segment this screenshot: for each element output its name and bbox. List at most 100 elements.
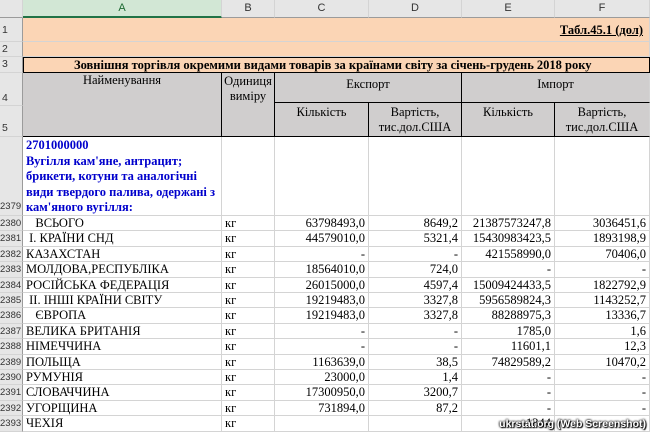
row-number[interactable]: 2381 (0, 231, 23, 247)
cell-ev[interactable]: 3327,8 (369, 293, 462, 309)
row-number[interactable]: 2386 (0, 308, 23, 324)
cell-iv[interactable]: 1893198,9 (555, 231, 650, 247)
cell-iq[interactable]: - (462, 385, 555, 401)
cell-name[interactable]: ІІ. ІНШІ КРАЇНИ СВІТУ (23, 293, 222, 309)
column-header-b[interactable]: B (222, 0, 275, 18)
row-number[interactable]: 2 (0, 42, 23, 57)
cell-iv[interactable]: 1143252,7 (555, 293, 650, 309)
cell-unit[interactable]: кг (222, 277, 275, 293)
cell-name[interactable]: ЄВРОПА (23, 308, 222, 324)
row-number[interactable]: 2391 (0, 385, 23, 401)
cell-eq[interactable]: 19219483,0 (275, 293, 369, 309)
cell-row2[interactable] (23, 42, 650, 57)
cell-name[interactable]: НІМЕЧЧИНА (23, 339, 222, 355)
cell-eq[interactable]: 44579010,0 (275, 231, 369, 247)
header-import-qty[interactable]: Кількість (462, 103, 555, 137)
cell-eq[interactable]: 23000,0 (275, 370, 369, 386)
cell-iv[interactable]: 3036451,6 (555, 216, 650, 232)
cell-eq[interactable]: - (275, 323, 369, 340)
cell-iv[interactable]: - (555, 370, 650, 386)
cell-ev[interactable]: 8649,2 (369, 216, 462, 232)
cell-iq[interactable]: 1785,0 (462, 323, 555, 340)
cell-ev[interactable]: 87,2 (369, 400, 462, 417)
cell[interactable] (222, 137, 275, 216)
row-number[interactable]: 2379 (0, 137, 23, 216)
cell-iv[interactable]: 10470,2 (555, 354, 650, 370)
cell-unit[interactable]: кг (222, 293, 275, 309)
cell-unit[interactable]: кг (222, 323, 275, 340)
cell-row1[interactable]: Табл.45.1 (дол) (23, 18, 650, 42)
cell-iq[interactable]: 15430983423,5 (462, 231, 555, 247)
header-export[interactable]: Експорт (275, 73, 462, 103)
cell-eq[interactable]: - (275, 339, 369, 355)
row-number[interactable]: 2384 (0, 277, 23, 293)
cell-iq[interactable]: 421558990,0 (462, 246, 555, 263)
row-number[interactable]: 4 (0, 73, 23, 106)
cell-unit[interactable]: кг (222, 400, 275, 417)
cell-iq[interactable]: - (462, 400, 555, 417)
cell-name[interactable]: ВСЬОГО (23, 216, 222, 232)
header-export-value[interactable]: Вартість, тис.дол.США (369, 103, 462, 137)
cell-iq[interactable]: 21387573247,8 (462, 216, 555, 232)
cell-iq[interactable]: 74829589,2 (462, 354, 555, 370)
cell-ev[interactable]: - (369, 339, 462, 355)
cell-name[interactable]: МОЛДОВА,РЕСПУБЛІКА (23, 262, 222, 278)
cell-ev[interactable] (369, 416, 462, 432)
row-number[interactable]: 2392 (0, 400, 23, 417)
cell-name[interactable]: ЧЕХІЯ (23, 416, 222, 432)
cell-eq[interactable]: 18564010,0 (275, 262, 369, 278)
cell-ev[interactable]: 38,5 (369, 354, 462, 370)
header-unit[interactable]: Одиниця виміру (222, 73, 275, 137)
cell[interactable] (369, 137, 462, 216)
header-name[interactable]: Найменування (23, 73, 222, 137)
cell-unit[interactable]: кг (222, 216, 275, 232)
row-number[interactable]: 2383 (0, 262, 23, 278)
cell-iq[interactable]: - (462, 370, 555, 386)
cell-ev[interactable]: 5321,4 (369, 231, 462, 247)
group-description-cell[interactable]: 2701000000 Вугілля кам'яне, антрацит; бр… (23, 137, 222, 216)
row-number[interactable]: 2385 (0, 293, 23, 309)
row-number[interactable]: 2387 (0, 323, 23, 340)
header-export-qty[interactable]: Кількість (275, 103, 369, 137)
cell-unit[interactable]: кг (222, 339, 275, 355)
cell-iv[interactable]: - (555, 400, 650, 417)
row-number[interactable]: 2389 (0, 354, 23, 370)
cell-eq[interactable]: 731894,0 (275, 400, 369, 417)
column-header-a[interactable]: A (23, 0, 222, 18)
cell-eq[interactable]: 26015000,0 (275, 277, 369, 293)
select-all-corner[interactable] (0, 0, 23, 18)
cell-name[interactable]: КАЗАХСТАН (23, 246, 222, 263)
cell-unit[interactable]: кг (222, 246, 275, 263)
cell-name[interactable]: РОСІЙСЬКА ФЕДЕРАЦІЯ (23, 277, 222, 293)
cell-eq[interactable]: 19219483,0 (275, 308, 369, 324)
column-header-e[interactable]: E (462, 0, 555, 18)
header-import[interactable]: Імпорт (462, 73, 650, 103)
cell-iq[interactable]: 15009424433,5 (462, 277, 555, 293)
cell-iq[interactable]: 11601,1 (462, 339, 555, 355)
cell-name[interactable]: РУМУНІЯ (23, 370, 222, 386)
cell-iv[interactable]: 13336,7 (555, 308, 650, 324)
row-number[interactable]: 2393 (0, 416, 23, 432)
row-number[interactable]: 2380 (0, 216, 23, 232)
cell[interactable] (555, 137, 650, 216)
cell-iv[interactable]: 12,3 (555, 339, 650, 355)
row-number[interactable]: 1 (0, 18, 23, 42)
cell-name[interactable]: ВЕЛИКА БРИТАНІЯ (23, 323, 222, 340)
row-number[interactable]: 2390 (0, 370, 23, 386)
cell[interactable] (275, 137, 369, 216)
row-number[interactable]: 2382 (0, 246, 23, 263)
cell-unit[interactable]: кг (222, 416, 275, 432)
cell-ev[interactable]: 724,0 (369, 262, 462, 278)
cell-name[interactable]: І. КРАЇНИ СНД (23, 231, 222, 247)
cell-eq[interactable]: 1163639,0 (275, 354, 369, 370)
cell-unit[interactable]: кг (222, 231, 275, 247)
cell-ev[interactable]: 1,4 (369, 370, 462, 386)
cell-name[interactable]: СЛОВАЧЧИНА (23, 385, 222, 401)
header-import-value[interactable]: Вартість, тис.дол.США (555, 103, 650, 137)
cell-eq[interactable]: 63798493,0 (275, 216, 369, 232)
cell-eq[interactable]: 17300950,0 (275, 385, 369, 401)
cell-ev[interactable]: - (369, 323, 462, 340)
cell-unit[interactable]: кг (222, 308, 275, 324)
cell-iq[interactable]: 5956589824,3 (462, 293, 555, 309)
cell-eq[interactable] (275, 416, 369, 432)
